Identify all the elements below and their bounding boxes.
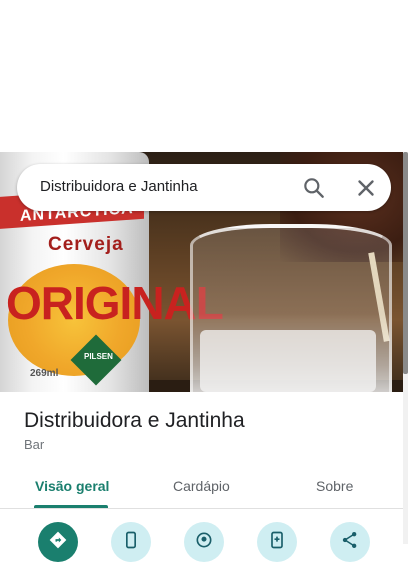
phone-icon xyxy=(126,531,136,549)
search-input[interactable]: Distribuidora e Jantinha xyxy=(40,178,198,195)
search-bar[interactable]: Distribuidora e Jantinha xyxy=(17,164,391,211)
scrollbar[interactable] xyxy=(403,152,408,544)
directions-icon xyxy=(49,531,67,549)
save-button[interactable] xyxy=(184,522,224,562)
save-pin-icon xyxy=(196,532,212,548)
phone-button[interactable] xyxy=(111,522,151,562)
nearby-icon xyxy=(271,531,283,549)
tab-overview[interactable]: Visão geral xyxy=(35,478,109,494)
tabs-divider xyxy=(0,508,403,509)
photo-can-badge-text: PILSEN xyxy=(84,352,113,361)
scrollbar-thumb[interactable] xyxy=(403,152,408,374)
tab-about[interactable]: Sobre xyxy=(316,478,353,494)
tab-menu[interactable]: Cardápio xyxy=(173,478,230,494)
photo-can-volume: 269ml xyxy=(30,368,59,379)
photo-can-subtitle: Cerveja xyxy=(48,234,124,255)
share-button[interactable] xyxy=(330,522,370,562)
share-icon xyxy=(342,532,357,548)
nearby-button[interactable] xyxy=(257,522,297,562)
directions-button[interactable] xyxy=(38,522,78,562)
place-category: Bar xyxy=(24,437,45,452)
search-icon[interactable] xyxy=(301,175,327,201)
place-tabs: Visão geral Cardápio Sobre xyxy=(0,466,403,508)
photo-glass-liquid xyxy=(200,330,376,392)
place-title: Distribuidora e Jantinha xyxy=(24,409,245,432)
close-icon[interactable] xyxy=(353,175,379,201)
map-blank-area xyxy=(0,0,408,152)
